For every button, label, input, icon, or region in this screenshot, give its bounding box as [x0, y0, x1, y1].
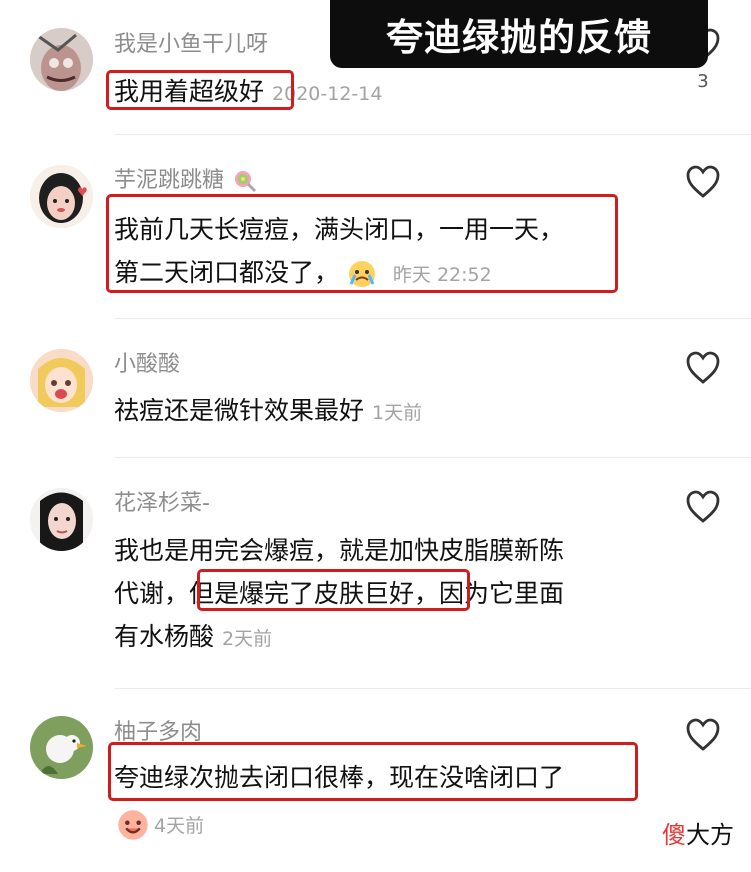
comment-username[interactable]: 小酸酸: [114, 351, 180, 379]
comment-time: 昨天 22:52: [392, 264, 492, 286]
avatar-image: [30, 349, 93, 412]
comment-body: 夸迪绿次抛去闭口很棒，现在没啥闭口了: [114, 756, 564, 799]
comment-text-line: 我也是用完会爆痘，就是加快皮脂膜新陈: [114, 536, 565, 565]
crying-face-emoji-icon: [348, 261, 375, 287]
comment-screenshot: 夸迪绿抛的反馈 我是小鱼干儿呀 我用着超级好 2020-12-14 3 ♥ 芋泥…: [0, 0, 751, 872]
comment-time: 4天前: [154, 815, 205, 837]
avatar[interactable]: ♥: [30, 165, 93, 228]
username-text: 芋泥跳跳糖: [114, 168, 225, 193]
comment-text-fragment: 第二天闭口都没了，: [114, 258, 340, 287]
avatar-image: [30, 716, 93, 779]
comment-body: 我用着超级好 2020-12-14: [114, 70, 382, 116]
comment-item: 花泽杉菜- 我也是用完会爆痘，就是加快皮脂膜新陈 代谢，但是爆完了皮肤巨好，因为…: [0, 458, 751, 689]
comment-text-line: 夸迪绿次抛去闭口很棒，现在没啥闭口了: [114, 763, 565, 792]
watermark-highlight: 傻: [662, 821, 686, 849]
heart-outline-icon[interactable]: [685, 165, 721, 199]
comment-username[interactable]: 我是小鱼干儿呀: [114, 31, 268, 59]
avatar-image: [30, 28, 93, 91]
avatar[interactable]: [30, 349, 93, 412]
comment-text-line: 我前几天长痘痘，满头闭口，一用一天，: [114, 215, 565, 244]
comment-username[interactable]: 花泽杉菜-: [114, 490, 210, 518]
avatar-image: ♥: [30, 165, 93, 228]
avatar[interactable]: [30, 488, 93, 551]
like-count: 3: [697, 71, 709, 92]
watermark: 傻大方: [662, 815, 734, 850]
avatar[interactable]: [30, 716, 93, 779]
heart-outline-icon[interactable]: [685, 351, 721, 385]
comment-text-line: 有水杨酸 2天前: [114, 615, 564, 661]
svg-text:♥: ♥: [77, 185, 88, 199]
comment-username[interactable]: 芋泥跳跳糖: [114, 167, 257, 195]
comment-time: 2020-12-14: [272, 83, 383, 105]
comment-time: 2天前: [222, 628, 273, 650]
comment-text-line: 我用着超级好: [114, 77, 265, 106]
comment-body: 祛痘还是微针效果最好 1天前: [114, 389, 422, 435]
comment-time: 1天前: [372, 402, 423, 424]
emoji-icon: [118, 810, 148, 840]
avatar[interactable]: [30, 28, 93, 91]
comment-item: ♥ 芋泥跳跳糖 我前几天长痘痘，满头闭口，一用一天， 第二天闭口都没了， 昨天 …: [0, 135, 751, 319]
comment-text-line: 祛痘还是微针效果最好: [114, 396, 365, 425]
comment-item: 柚子多肉 夸迪绿次抛去闭口很棒，现在没啥闭口了 4天前: [0, 689, 751, 872]
heart-outline-icon[interactable]: [685, 490, 721, 524]
heart-outline-icon[interactable]: [685, 718, 721, 752]
comment-text-line: 代谢，但是爆完了皮肤巨好，因为它里面: [114, 579, 565, 608]
comment-text-fragment: 有水杨酸: [114, 622, 215, 651]
comment-body: 我前几天长痘痘，满头闭口，一用一天， 第二天闭口都没了， 昨天 22:52: [114, 208, 564, 297]
avatar-image: [30, 488, 93, 551]
comment-body: 我也是用完会爆痘，就是加快皮脂膜新陈 代谢，但是爆完了皮肤巨好，因为它里面 有水…: [114, 529, 564, 661]
title-banner: 夸迪绿抛的反馈: [330, 0, 708, 68]
lollipop-icon: [235, 171, 257, 193]
comment-item: 小酸酸 祛痘还是微针效果最好 1天前: [0, 319, 751, 458]
comment-username[interactable]: 柚子多肉: [114, 719, 202, 747]
comment-text-line: 第二天闭口都没了， 昨天 22:52: [114, 251, 564, 297]
watermark-text: 大方: [686, 821, 734, 849]
banner-title: 夸迪绿抛的反馈: [386, 16, 652, 59]
